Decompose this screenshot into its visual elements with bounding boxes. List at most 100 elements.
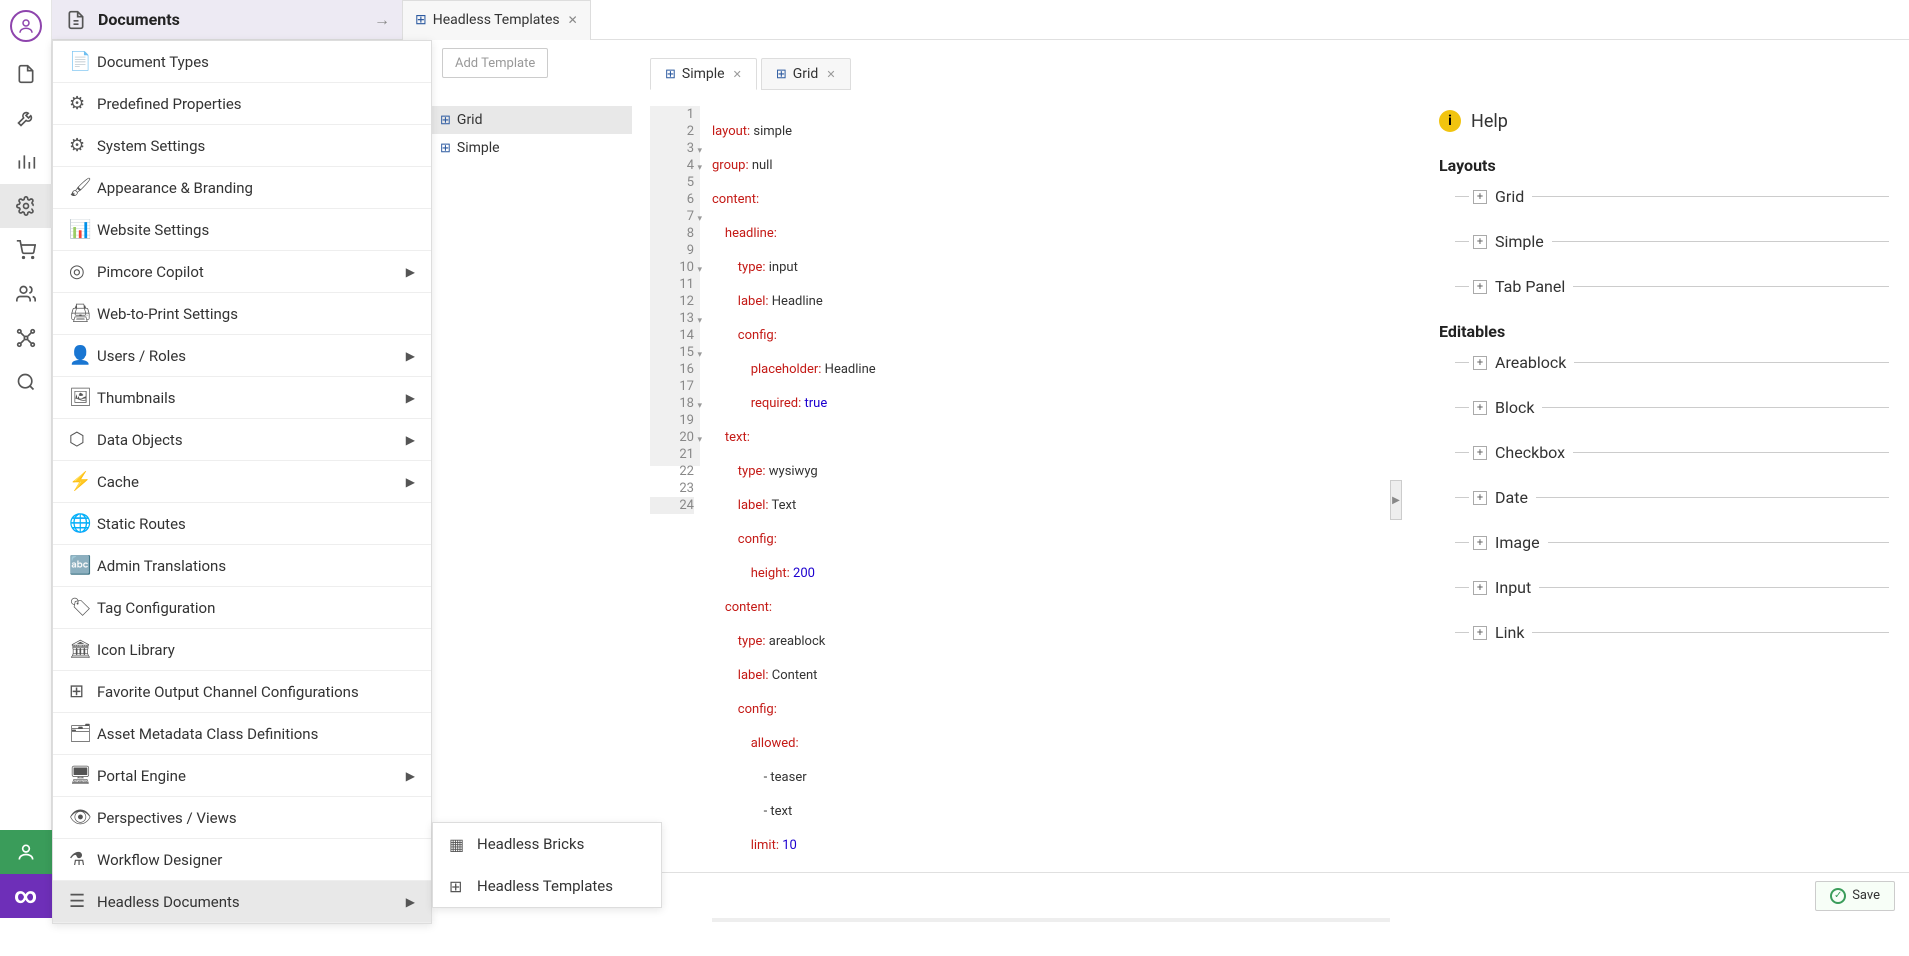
chart-icon: 📊 [69,219,97,240]
add-template-button[interactable]: Add Template [442,48,548,78]
headless-icon: ☰ [69,891,97,912]
menu-document-types[interactable]: 📄Document Types [53,41,431,83]
menu-predefined-properties[interactable]: ⚙Predefined Properties [53,83,431,125]
templates-icon: ⊞ [449,877,477,896]
inner-tab-grid[interactable]: ⊞Grid✕ [761,58,851,90]
help-item-checkbox[interactable]: +Checkbox [1455,443,1889,462]
notification-icon[interactable] [0,830,52,874]
settings-menu: 📄Document Types ⚙Predefined Properties ⚙… [52,40,432,924]
inner-tab-simple[interactable]: ⊞Simple✕ [650,58,757,90]
chevron-right-icon: ▶ [406,475,415,489]
desktop-icon: 🖥 [69,765,97,786]
stats-icon[interactable] [0,140,52,184]
cart-icon[interactable] [0,228,52,272]
menu-static-routes[interactable]: 🌐Static Routes [53,503,431,545]
plus-icon[interactable]: + [1473,235,1487,249]
close-icon[interactable]: ✕ [826,68,835,81]
menu-website-settings[interactable]: 📊Website Settings [53,209,431,251]
plus-icon[interactable]: + [1473,626,1487,640]
close-icon[interactable]: ✕ [568,13,578,27]
menu-web-to-print[interactable]: 🖨Web-to-Print Settings [53,293,431,335]
menu-pimcore-copilot[interactable]: ◎Pimcore Copilot▶ [53,251,431,293]
image-icon: 🖼 [69,387,97,408]
workflow-icon: ⚗ [69,849,97,870]
plus-icon[interactable]: + [1473,446,1487,460]
toolbar: Add Template [402,40,632,86]
translate-icon: 🔤 [69,555,97,576]
help-item-block[interactable]: +Block [1455,398,1889,417]
help-item-tabpanel[interactable]: +Tab Panel [1455,277,1889,296]
menu-system-settings[interactable]: ⚙System Settings [53,125,431,167]
plus-icon[interactable]: + [1473,401,1487,415]
document-types-icon: 📄 [69,51,97,72]
menu-thumbnails[interactable]: 🖼Thumbnails▶ [53,377,431,419]
copilot-icon: ◎ [69,261,97,282]
left-rail: ∞ [0,0,52,918]
help-title: i Help [1439,110,1889,132]
help-item-grid[interactable]: +Grid [1455,187,1889,206]
pimcore-logo-icon[interactable]: ∞ [0,874,52,918]
submenu-headless-bricks[interactable]: ▦Headless Bricks [433,823,661,865]
plus-icon[interactable]: + [1473,356,1487,370]
menu-portal-engine[interactable]: 🖥Portal Engine▶ [53,755,431,797]
template-item-grid[interactable]: ⊞Grid [432,106,632,134]
user-avatar[interactable] [10,10,42,42]
info-icon: i [1439,110,1461,132]
panel-title: Documents [98,10,374,29]
file-icon[interactable] [0,52,52,96]
menu-tag-configuration[interactable]: 🏷Tag Configuration [53,587,431,629]
editor-content[interactable]: layout: simple group: null content: head… [700,106,1390,466]
menu-users-roles[interactable]: 👤Users / Roles▶ [53,335,431,377]
menu-workflow-designer[interactable]: ⚗Workflow Designer [53,839,431,881]
menu-appearance[interactable]: 🖌Appearance & Branding [53,167,431,209]
help-item-link[interactable]: +Link [1455,623,1889,642]
menu-admin-translations[interactable]: 🔤Admin Translations [53,545,431,587]
help-item-input[interactable]: +Input [1455,578,1889,597]
grid-icon: ⊞ [69,681,97,702]
headless-submenu: ▦Headless Bricks ⊞Headless Templates [432,822,662,908]
chevron-right-icon: ▶ [406,265,415,279]
code-editor[interactable]: 1 2 3▾ 4▾ 5 6 7▾ 8 9 10▾ 11 12 13▾ 14 15… [650,106,1390,466]
wrench-icon[interactable] [0,96,52,140]
help-item-simple[interactable]: +Simple [1455,232,1889,251]
settings-icon[interactable] [0,184,52,228]
tab-headless-templates[interactable]: ⊞ Headless Templates ✕ [402,0,591,40]
panel-collapse-icon[interactable]: → [374,10,390,30]
close-icon[interactable]: ✕ [733,68,742,81]
globe-icon: 🌐 [69,513,97,534]
menu-favorite-output[interactable]: ⊞Favorite Output Channel Configurations [53,671,431,713]
gear-icon: ⚙ [69,135,97,156]
menu-asset-metadata[interactable]: 🗂Asset Metadata Class Definitions [53,713,431,755]
plus-icon[interactable]: + [1473,536,1487,550]
users-icon[interactable] [0,272,52,316]
menu-icon-library[interactable]: 🏛Icon Library [53,629,431,671]
template-icon: ⊞ [440,141,451,156]
plus-icon[interactable]: + [1473,280,1487,294]
print-icon: 🖨 [69,303,97,324]
chevron-right-icon: ▶ [406,433,415,447]
help-item-areablock[interactable]: +Areablock [1455,353,1889,372]
help-item-date[interactable]: +Date [1455,488,1889,507]
template-list: ⊞Grid ⊞Simple [432,106,632,162]
sliders-icon: ⚙ [69,93,97,114]
help-panel: i Help Layouts +Grid +Simple +Tab Panel … [1419,90,1909,872]
save-button[interactable]: ✓ Save [1815,881,1895,911]
tag-icon: 🏷 [69,597,97,618]
document-icon [64,8,88,32]
bricks-icon: ▦ [449,835,477,854]
menu-headless-documents[interactable]: ☰Headless Documents▶ [53,881,431,923]
submenu-headless-templates[interactable]: ⊞Headless Templates [433,865,661,907]
plus-icon[interactable]: + [1473,581,1487,595]
chevron-right-icon: ▶ [406,349,415,363]
plus-icon[interactable]: + [1473,491,1487,505]
panel-expand-handle[interactable]: ▶ [1390,480,1402,520]
datahub-icon[interactable] [0,316,52,360]
bolt-icon: ⚡ [69,471,97,492]
help-item-image[interactable]: +Image [1455,533,1889,552]
search-icon[interactable] [0,360,52,404]
menu-cache[interactable]: ⚡Cache▶ [53,461,431,503]
menu-data-objects[interactable]: ⬡Data Objects▶ [53,419,431,461]
menu-perspectives[interactable]: 👁Perspectives / Views [53,797,431,839]
template-item-simple[interactable]: ⊞Simple [432,134,632,162]
plus-icon[interactable]: + [1473,190,1487,204]
